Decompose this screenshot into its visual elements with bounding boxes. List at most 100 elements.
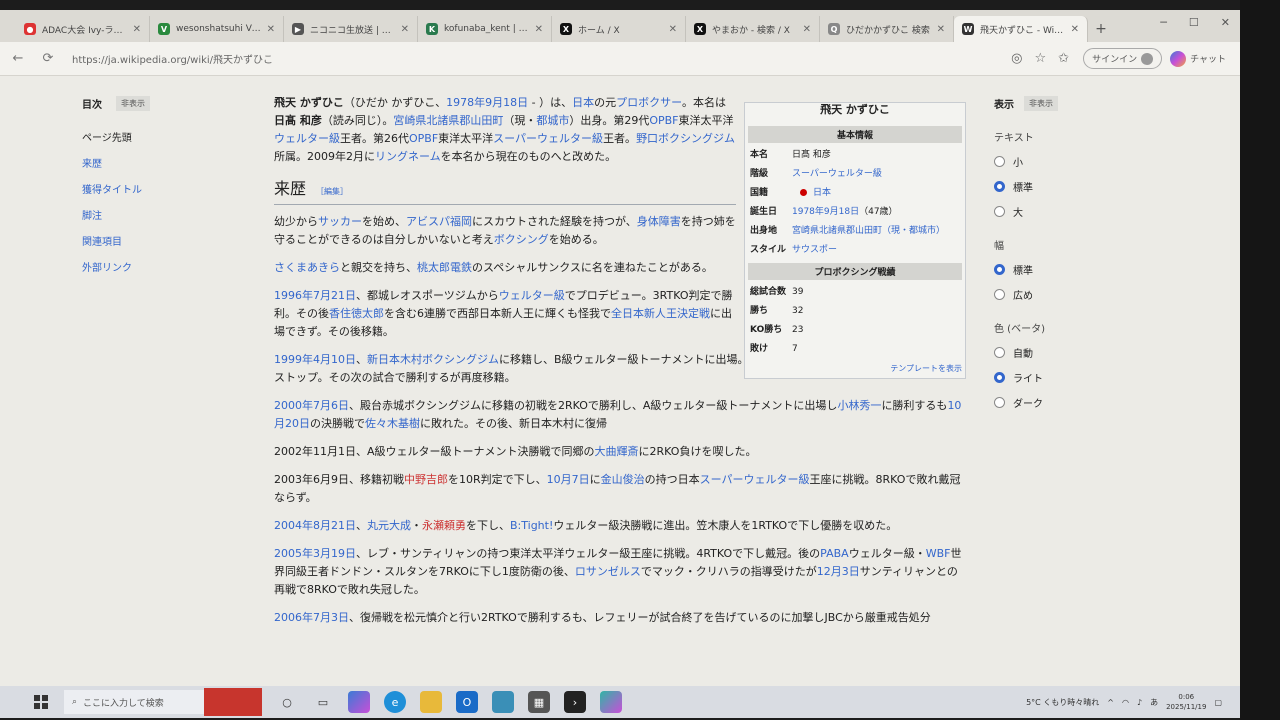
weather[interactable]: 5°C くもり時々晴れ (1026, 697, 1099, 708)
date-link[interactable]: 2005年3月19日 (274, 547, 356, 560)
windows-start-icon[interactable] (34, 695, 48, 709)
file-explorer-icon[interactable] (420, 691, 442, 713)
app-icon[interactable] (492, 691, 514, 713)
browser-tab[interactable]: ▶ ニコニコ生放送 | リアルタ ✕ (284, 16, 418, 42)
tab-close-icon[interactable]: ✕ (133, 24, 141, 35)
notification-icon[interactable]: ▢ (1214, 698, 1222, 707)
tab-close-icon[interactable]: ✕ (267, 24, 275, 35)
gym-link[interactable]: 新日本木村ボクシングジム (367, 353, 499, 366)
disability-link[interactable]: 身体障害 (637, 215, 681, 228)
toc-item-external[interactable]: 外部リンク (82, 259, 232, 274)
miyakonojo-link[interactable]: 都城市 (536, 114, 569, 127)
rookie-final-link[interactable]: 全日本新人王決定戦 (611, 307, 710, 320)
chat-label[interactable]: チャット (1190, 52, 1226, 65)
welterweight-link[interactable]: ウェルター級 (274, 132, 340, 145)
volume-icon[interactable]: ♪ (1137, 698, 1142, 707)
boxer-link[interactable]: 大曲輝斎 (595, 445, 639, 458)
toc-hide-button[interactable]: 非表示 (116, 96, 150, 111)
calculator-icon[interactable]: ▦ (528, 691, 550, 713)
text-size-option[interactable]: 大 (994, 204, 1094, 219)
tab-close-icon[interactable]: ✕ (535, 24, 543, 35)
birthplace-link[interactable]: 宮崎県北諸県郡山田町（現・都城市） (792, 225, 960, 238)
date-link[interactable]: 10月7日 (547, 473, 590, 486)
appearance-hide-button[interactable]: 非表示 (1024, 96, 1058, 111)
toc-item-top[interactable]: ページ先頭 (82, 129, 232, 144)
boxer-link[interactable]: 丸元大成 (367, 519, 411, 532)
japan-link[interactable]: 日本 (572, 96, 594, 109)
date-link[interactable]: 12月3日 (817, 565, 860, 578)
radio-button[interactable] (994, 181, 1005, 192)
edit-link[interactable]: ［編集］ (316, 187, 348, 196)
toc-item-history[interactable]: 来歴 (82, 155, 232, 170)
edge-icon[interactable]: e (384, 691, 406, 713)
birthplace-link[interactable]: 宮崎県北諸県郡山田町 (393, 114, 503, 127)
width-option[interactable]: 広め (994, 287, 1094, 302)
radio-button[interactable] (994, 289, 1005, 300)
ime-icon[interactable]: あ (1150, 697, 1158, 708)
date-link[interactable]: 2006年7月3日 (274, 611, 349, 624)
los-angeles-link[interactable]: ロサンゼルス (575, 565, 641, 578)
widgets-icon[interactable]: ▭ (312, 691, 334, 713)
color-option[interactable]: ライト (994, 370, 1094, 385)
wbf-link[interactable]: WBF (926, 547, 951, 560)
radio-button[interactable] (994, 397, 1005, 408)
super-welterweight-link[interactable]: スーパーウェルター級 (493, 132, 603, 145)
welterweight-link[interactable]: ウェルター級 (499, 289, 565, 302)
radio-button[interactable] (994, 264, 1005, 275)
text-size-option[interactable]: 標準 (994, 179, 1094, 194)
template-link[interactable]: テンプレートを表示 (748, 363, 962, 374)
momotetsu-link[interactable]: 桃太郎電鉄 (417, 261, 472, 274)
date-link[interactable]: 2004年8月21日 (274, 519, 356, 532)
tab-close-icon[interactable]: ✕ (803, 24, 811, 35)
browser-tab[interactable]: Q ひだかかずひこ 検索 ✕ (820, 16, 954, 42)
clock[interactable]: 0:06 2025/11/19 (1166, 692, 1206, 712)
pro-boxer-link[interactable]: プロボクサー (616, 96, 682, 109)
browser-tab[interactable]: X やまおか - 検索 / X ✕ (686, 16, 820, 42)
noguchi-gym-link[interactable]: 野口ボクシングジム (636, 132, 735, 145)
copilot-app-icon[interactable] (348, 691, 370, 713)
redlink[interactable]: 永瀬頼勇 (422, 519, 466, 532)
browser-tab[interactable]: X ホーム / X ✕ (552, 16, 686, 42)
boxer-link[interactable]: 金山俊治 (601, 473, 645, 486)
minimize-icon[interactable]: ─ (1160, 16, 1167, 29)
favorites-icon[interactable]: ✩ (1058, 51, 1069, 66)
nationality-link[interactable]: 日本 (813, 188, 831, 198)
url-field[interactable]: https://ja.wikipedia.org/wiki/飛天かずひこ (72, 51, 1005, 66)
taskbar-search[interactable]: ⌕ ここに入力して検索 (64, 690, 204, 714)
tab-close-icon[interactable]: ✕ (401, 24, 409, 35)
redlink[interactable]: 中野吉郎 (404, 473, 448, 486)
search-highlight-image[interactable] (204, 688, 262, 716)
soccer-link[interactable]: サッカー (318, 215, 362, 228)
date-link[interactable]: 2000年7月6日 (274, 399, 349, 412)
favorite-star-icon[interactable]: ☆ (1035, 51, 1047, 66)
infobox-value-link[interactable]: スーパーウェルター級 (792, 168, 960, 181)
back-icon[interactable]: ← (6, 51, 30, 66)
paba-link[interactable]: PABA (820, 547, 849, 560)
chevron-up-icon[interactable]: ^ (1107, 698, 1114, 707)
opbf-link[interactable]: OPBF (649, 114, 678, 127)
radio-button[interactable] (994, 156, 1005, 167)
tab-close-icon[interactable]: ✕ (1071, 24, 1079, 35)
ring-name-link[interactable]: リングネーム (375, 150, 441, 163)
text-size-option[interactable]: 小 (994, 154, 1094, 169)
boxer-link[interactable]: 佐々木基樹 (365, 417, 420, 430)
copilot-icon[interactable] (1170, 50, 1187, 67)
date-link[interactable]: 1996年7月21日 (274, 289, 356, 302)
terminal-icon[interactable]: › (564, 691, 586, 713)
close-icon[interactable]: ✕ (1221, 16, 1230, 29)
opbf-link[interactable]: OPBF (409, 132, 438, 145)
browser-tab[interactable]: Vwesonshatsuhi Videos ✕ (150, 16, 284, 42)
toc-item-related[interactable]: 関連項目 (82, 233, 232, 248)
birthday-link[interactable]: 1978年9月18日 (792, 207, 859, 217)
boxer-link[interactable]: 小林秀一 (837, 399, 881, 412)
sakuma-link[interactable]: さくまあきら (274, 261, 340, 274)
task-view-icon[interactable]: ○ (276, 691, 298, 713)
color-option[interactable]: 自動 (994, 345, 1094, 360)
new-tab-button[interactable]: + (1088, 16, 1114, 42)
stance-link[interactable]: サウスポー (792, 244, 960, 257)
boxer-link[interactable]: 香住徳太郎 (329, 307, 384, 320)
birthdate-link[interactable]: 1978年9月18日 (446, 96, 528, 109)
avispa-link[interactable]: アビスパ福岡 (406, 215, 472, 228)
boxing-link[interactable]: ボクシング (494, 233, 549, 246)
copilot-icon[interactable] (600, 691, 622, 713)
